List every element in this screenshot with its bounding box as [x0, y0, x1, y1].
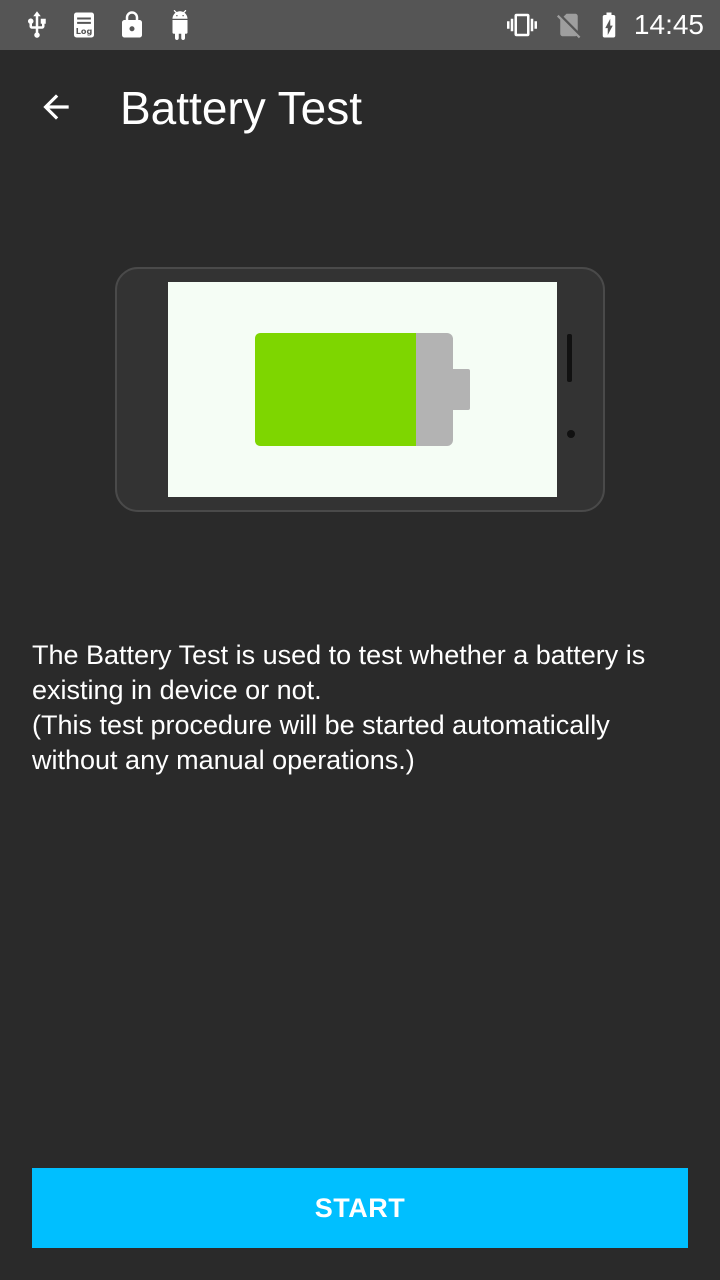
svg-text:Log: Log	[76, 26, 93, 36]
vibrate-icon	[507, 10, 537, 40]
usb-icon	[22, 10, 52, 40]
battery-fill	[255, 333, 416, 446]
phone-camera	[567, 430, 575, 438]
back-button[interactable]	[30, 81, 82, 133]
start-button[interactable]: START	[32, 1168, 688, 1248]
battery-charging-icon	[594, 10, 624, 40]
phone-battery-illustration	[115, 267, 605, 512]
page-title: Battery Test	[120, 82, 363, 134]
app-bar: Battery Test	[0, 50, 720, 162]
arrow-back-icon	[37, 88, 75, 126]
battery-terminal	[451, 369, 470, 410]
no-sim-icon	[554, 10, 584, 40]
android-icon	[165, 10, 195, 40]
status-bar: Log 14:45	[0, 0, 720, 50]
log-icon: Log	[69, 10, 99, 40]
lock-icon	[117, 10, 147, 40]
status-time: 14:45	[633, 9, 704, 40]
description-line-1: The Battery Test is used to test whether…	[32, 640, 646, 705]
description: The Battery Test is used to test whether…	[32, 638, 692, 778]
description-line-2: (This test procedure will be started aut…	[32, 710, 610, 775]
phone-speaker	[567, 334, 572, 382]
